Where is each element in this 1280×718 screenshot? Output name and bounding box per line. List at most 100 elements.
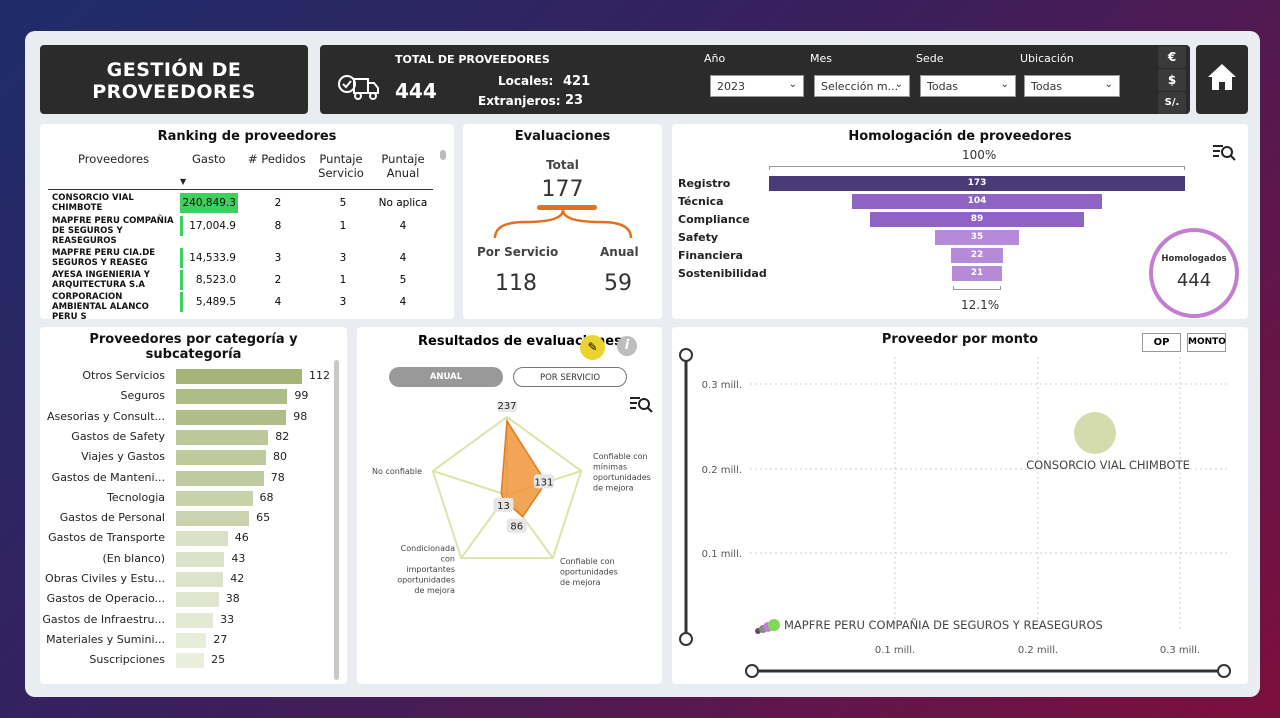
funnel-stage[interactable]: Safety 35: [672, 230, 1232, 246]
category-row[interactable]: Viajes y Gastos 80: [40, 449, 340, 466]
puntaje-anual-cell: 4: [399, 220, 407, 232]
puntaje-anual-cell: 5: [399, 274, 407, 286]
col-puntaje-anual[interactable]: Puntaje Anual: [378, 152, 428, 180]
monto-card: Proveedor por monto OP MONTO 0.3 mill. 0.…: [672, 327, 1248, 684]
table-row[interactable]: AYESA INGENIERIA Y ARQUITECTURA S.A 8,523…: [48, 270, 438, 292]
category-bar[interactable]: [176, 531, 228, 547]
category-row[interactable]: Gastos de Personal 65: [40, 510, 340, 527]
funnel-bar[interactable]: 89: [869, 212, 1084, 227]
header-bar: TOTAL DE PROVEEDORES 444 Locales: 421 Ex…: [320, 45, 1190, 114]
table-row[interactable]: CONSORCIO VIAL CHIMBOTE 240,849.3 2 5 No apl…: [48, 193, 438, 216]
filter-ubicacion-value: Todas: [1031, 80, 1063, 93]
filter-mes-select[interactable]: Selección m... ⌄: [814, 75, 910, 97]
category-row[interactable]: Gastos de Infraestru... 33: [40, 612, 340, 628]
extranjeros-value: 23: [565, 93, 584, 108]
category-bar[interactable]: [176, 632, 207, 648]
y-tick-label: 0.2 mill.: [702, 465, 742, 476]
category-row[interactable]: Obras Civiles y Estu... 42: [40, 571, 340, 587]
category-row[interactable]: Gastos de Safety 82: [40, 429, 340, 445]
category-bar[interactable]: [176, 612, 214, 628]
data-point[interactable]: [1074, 412, 1116, 454]
table-row[interactable]: CORPORACION AMBIENTAL ALANCO PERU S 5,489…: [48, 292, 438, 319]
category-row[interactable]: (En blanco) 43: [40, 551, 340, 567]
provider-name: AYESA INGENIERIA Y ARQUITECTURA S.A: [52, 270, 150, 290]
currency-dollar-button[interactable]: $: [1158, 69, 1186, 91]
filter-ubicacion-select[interactable]: Todas ⌄: [1024, 75, 1120, 97]
radar-value-label: 131: [534, 477, 553, 488]
filter-anio-label: Año: [704, 52, 726, 65]
sort-desc-icon[interactable]: ▼: [180, 177, 186, 186]
col-puntaje-servicio[interactable]: Puntaje Servicio: [316, 152, 366, 180]
funnel-bar[interactable]: 22: [950, 248, 1004, 263]
x-slider-handle-right[interactable]: [1217, 664, 1231, 678]
category-value: 33: [220, 612, 235, 626]
category-bar[interactable]: [176, 490, 253, 506]
funnel-bar[interactable]: 104: [851, 194, 1103, 209]
col-pedidos[interactable]: # Pedidos: [248, 152, 306, 166]
category-row[interactable]: Gastos de Manteni... 78: [40, 470, 340, 486]
toggle-anual[interactable]: ANUAL: [389, 367, 503, 387]
category-bar[interactable]: [176, 511, 250, 527]
currency-euro-button[interactable]: €: [1158, 46, 1186, 68]
table-row[interactable]: MAPFRE PERU COMPAÑIA DE SEGUROS Y REASEG…: [48, 216, 438, 248]
funnel-stage[interactable]: Compliance 89: [672, 212, 1232, 228]
category-row[interactable]: Gastos de Operacio... 38: [40, 591, 340, 608]
app-title-line2: PROVEEDORES: [92, 81, 256, 103]
funnel-top-pct: 100%: [962, 148, 997, 162]
category-bar[interactable]: [176, 592, 219, 608]
scatter-chart: 0.3 mill. 0.2 mill. 0.1 mill. 0.1 mill. 0.2 …: [679, 348, 1231, 678]
split-brace-icon: [493, 205, 633, 239]
category-row[interactable]: Seguros 99: [40, 388, 340, 405]
gasto-cell: 240,849.3: [180, 193, 238, 213]
filter-mes-label: Mes: [810, 52, 832, 65]
funnel-stage[interactable]: Sostenibilidad 21: [672, 266, 1232, 282]
data-point[interactable]: [768, 619, 780, 631]
category-bar[interactable]: [176, 551, 225, 567]
y-slider-handle-top[interactable]: [679, 348, 693, 362]
funnel-bar[interactable]: 35: [934, 230, 1020, 245]
filter-anio-select[interactable]: 2023 ⌄: [710, 75, 804, 97]
category-bar[interactable]: [176, 369, 302, 384]
category-bar[interactable]: [176, 470, 264, 486]
home-button[interactable]: [1196, 45, 1248, 114]
filter-sede-select[interactable]: Todas ⌄: [920, 75, 1016, 97]
table-row[interactable]: MAPFRE PERU CIA.DE SEGUROS Y REASEG 14,53…: [48, 248, 438, 270]
truck-icon: [336, 73, 380, 107]
provider-name: CORPORACION AMBIENTAL ALANCO PERU S: [52, 292, 149, 319]
col-proveedores[interactable]: Proveedores: [78, 152, 149, 166]
ranking-scrollbar[interactable]: [440, 150, 446, 160]
filter-sede-value: Todas: [927, 80, 959, 93]
category-row[interactable]: Tecnologia 68: [40, 490, 340, 506]
category-bar[interactable]: [176, 450, 266, 466]
gasto-cell: 14,533.9: [180, 248, 238, 268]
y-tick-label: 0.1 mill.: [702, 549, 742, 560]
category-row[interactable]: Otros Servicios 112: [40, 368, 340, 384]
x-slider-handle-left[interactable]: [745, 664, 759, 678]
funnel-bar[interactable]: 21: [951, 266, 1003, 281]
categorias-scrollbar[interactable]: [334, 360, 339, 680]
category-row[interactable]: Suscripciones 25: [40, 652, 340, 669]
toggle-servicio[interactable]: POR SERVICIO: [513, 367, 627, 387]
category-value: 112: [309, 369, 330, 382]
category-row[interactable]: Materiales y Sumini... 27: [40, 632, 340, 648]
y-slider-handle-bottom[interactable]: [679, 632, 693, 646]
filter-list-icon[interactable]: [1212, 144, 1236, 166]
info-icon[interactable]: i: [617, 336, 637, 356]
funnel-bar[interactable]: 173: [769, 176, 1185, 191]
funnel-stage[interactable]: Técnica 104: [672, 194, 1232, 210]
puntaje-anual-cell: 4: [399, 296, 407, 308]
category-bar[interactable]: [176, 572, 224, 587]
funnel-stage[interactable]: Registro 173: [672, 176, 1232, 192]
gasto-cell: 5,489.5: [180, 292, 238, 312]
category-bar[interactable]: [176, 409, 287, 425]
col-gasto[interactable]: Gasto: [192, 152, 226, 166]
currency-soles-button[interactable]: S/.: [1158, 92, 1186, 114]
category-bar[interactable]: [176, 653, 205, 669]
category-bar[interactable]: [176, 429, 269, 445]
pencil-icon[interactable]: ✎: [580, 335, 605, 360]
category-label: Gastos de Personal: [59, 511, 165, 525]
category-bar[interactable]: [176, 389, 288, 405]
funnel-stage[interactable]: Financiera 22: [672, 248, 1232, 264]
category-row[interactable]: Gastos de Transporte 46: [40, 530, 340, 547]
category-row[interactable]: Asesorias y Consult... 98: [40, 409, 340, 425]
